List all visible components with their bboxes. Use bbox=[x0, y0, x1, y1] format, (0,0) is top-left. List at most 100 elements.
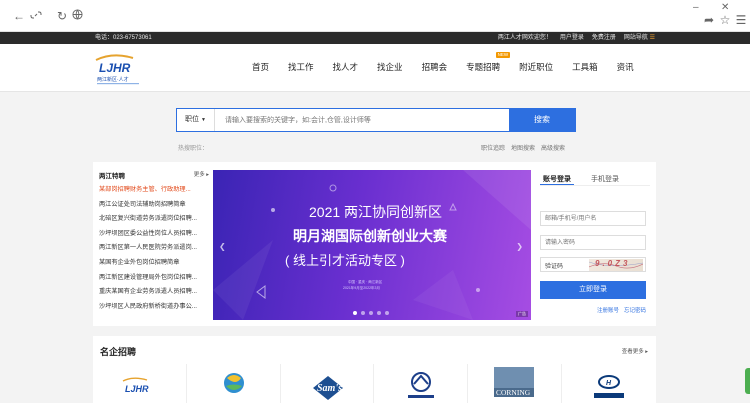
svg-text:CORNING: CORNING bbox=[496, 388, 531, 397]
nav-home[interactable]: 首页 bbox=[252, 61, 269, 73]
view-more-link[interactable]: 查看更多 ▸ bbox=[622, 347, 648, 355]
banner-dot[interactable] bbox=[353, 311, 357, 315]
banner-date: 2021年9月至2022年3月 bbox=[343, 286, 380, 290]
section-title: 名企招聘 bbox=[100, 347, 137, 357]
search-input[interactable] bbox=[215, 109, 509, 131]
main-nav: 首页 找工作 找人才 找企业 招聘会 专题招聘 NEW 附近职位 工具箱 资讯 bbox=[252, 52, 653, 73]
forgot-password-link[interactable]: 忘记密码 bbox=[624, 306, 646, 314]
login-links: 注册账号 忘记密码 bbox=[597, 306, 646, 314]
search-links: 职位追踪 地图搜索 高级搜索 bbox=[481, 143, 565, 152]
news-item[interactable]: 北碚区复兴街道劳务派遣岗位招聘... bbox=[99, 212, 209, 227]
nav-special-recruit[interactable]: 专题招聘 NEW bbox=[466, 52, 511, 73]
free-register-link[interactable]: 免费注册 bbox=[592, 32, 616, 44]
news-item[interactable]: 沙坪坝团区委公益性岗位人员招聘... bbox=[99, 227, 209, 242]
username-field[interactable] bbox=[540, 211, 646, 226]
company-logo-corning[interactable]: CORNING bbox=[468, 364, 562, 403]
banner-dot[interactable] bbox=[385, 311, 389, 315]
banner-next-icon[interactable]: ❯ bbox=[516, 242, 523, 251]
banner-line-1: 2021 两江协同创新区 bbox=[309, 204, 443, 220]
banner-dot[interactable] bbox=[369, 311, 373, 315]
news-item[interactable]: 某部岗招聘财务主管、行政助理... bbox=[99, 183, 209, 198]
phone-number: 电话：023-67573061 bbox=[95, 35, 152, 41]
advanced-search-link[interactable]: 高级搜索 bbox=[541, 143, 565, 152]
company-logo-energy[interactable] bbox=[187, 364, 281, 403]
news-item[interactable]: 两江新区第一人民医院劳务派遣岗... bbox=[99, 241, 209, 256]
search-bar: 职位 ▼ 搜索 bbox=[176, 108, 576, 132]
news-item[interactable]: 沙坪坝区人民政府新桥街道办事公... bbox=[99, 300, 209, 315]
news-list: 某部岗招聘财务主管、行政助理... 两江公证处司法辅助岗招聘简章 北碚区复兴街道… bbox=[99, 183, 209, 314]
login-panel: 账号登录 手机登录 验证码 9.0Z3 立即登录 注册账号 忘记密码 bbox=[540, 170, 650, 320]
svg-text:Sam's: Sam's bbox=[317, 383, 342, 394]
tab-account-login[interactable]: 账号登录 bbox=[540, 170, 574, 185]
link-icon[interactable] bbox=[29, 9, 43, 23]
news-item[interactable]: 两江新区建设管理局外包岗位招聘... bbox=[99, 271, 209, 286]
new-badge: NEW bbox=[495, 52, 511, 58]
nav-find-company[interactable]: 找企业 bbox=[377, 61, 403, 73]
news-title: 两江特聘 bbox=[99, 173, 125, 180]
famous-companies-section: 名企招聘 查看更多 ▸ LJHR Sam's CORNING H bbox=[93, 336, 656, 403]
back-icon[interactable]: ← bbox=[12, 9, 26, 23]
nav-news[interactable]: 资讯 bbox=[617, 61, 634, 73]
banner-prev-icon[interactable]: ❮ bbox=[219, 242, 226, 251]
site-nav-link[interactable]: 网站导航 ☰ bbox=[624, 32, 655, 44]
captcha-label: 验证码 bbox=[545, 264, 564, 270]
svg-text:LJHR: LJHR bbox=[125, 384, 149, 394]
captcha-field[interactable]: 验证码 9.0Z3 bbox=[540, 257, 646, 272]
ad-label: 广告 bbox=[516, 311, 528, 317]
banner-line-3: ( 线上引才活动专区 ) bbox=[285, 253, 405, 268]
password-field[interactable] bbox=[540, 235, 646, 250]
share-icon[interactable]: ➦ bbox=[702, 13, 716, 27]
banner-subtitle: 中国 · 重庆 · 两江新区 bbox=[348, 280, 383, 284]
chevron-down-icon: ▼ bbox=[200, 117, 206, 123]
top-links: 两江人才网欢迎您！ 用户登录 免费注册 网站导航 ☰ bbox=[498, 32, 655, 44]
nav-find-talent[interactable]: 找人才 bbox=[333, 61, 359, 73]
banner-dot[interactable] bbox=[377, 311, 381, 315]
news-more-link[interactable]: 更多 ▸ bbox=[194, 170, 209, 178]
hot-search-label: 热搜职位： bbox=[178, 146, 209, 152]
minimize-icon[interactable]: – bbox=[693, 2, 699, 13]
favorite-icon[interactable]: ☆ bbox=[718, 13, 732, 27]
nav-nearby-jobs[interactable]: 附近职位 bbox=[519, 61, 553, 73]
promo-banner[interactable]: 2021 两江协同创新区 明月湖国际创新创业大赛 ( 线上引才活动专区 ) 中国… bbox=[213, 170, 531, 320]
search-button[interactable]: 搜索 bbox=[509, 109, 575, 131]
top-info-bar: 电话：023-67573061 两江人才网欢迎您！ 用户登录 免费注册 网站导航… bbox=[0, 32, 750, 44]
svg-text:两江新区·人才: 两江新区·人才 bbox=[97, 76, 129, 83]
user-login-link[interactable]: 用户登录 bbox=[560, 32, 584, 44]
refresh-icon[interactable]: ↻ bbox=[55, 9, 69, 23]
nav-find-job[interactable]: 找工作 bbox=[288, 61, 314, 73]
company-logo-hyundai[interactable]: H bbox=[562, 364, 656, 403]
svg-text:LJHR: LJHR bbox=[99, 61, 131, 75]
site-nav-menu-icon: ☰ bbox=[649, 35, 655, 41]
banner-dot[interactable] bbox=[361, 311, 365, 315]
tab-phone-login[interactable]: 手机登录 bbox=[588, 170, 622, 185]
map-search-link[interactable]: 地图搜索 bbox=[511, 143, 535, 152]
site-header: LJHR 两江新区·人才 首页 找工作 找人才 找企业 招聘会 专题招聘 NEW … bbox=[0, 44, 750, 92]
login-tabs: 账号登录 手机登录 bbox=[540, 170, 650, 186]
menu-icon[interactable]: ☰ bbox=[734, 13, 748, 27]
nav-toolbox[interactable]: 工具箱 bbox=[572, 61, 598, 73]
side-float-tab[interactable] bbox=[745, 368, 750, 394]
news-item[interactable]: 两江公证处司法辅助岗招聘简章 bbox=[99, 198, 209, 213]
site-logo[interactable]: LJHR 两江新区·人才 bbox=[93, 50, 155, 86]
company-logo-sams[interactable]: Sam's bbox=[281, 364, 375, 403]
company-logo-changan[interactable] bbox=[374, 364, 469, 403]
register-link[interactable]: 注册账号 bbox=[597, 306, 619, 314]
news-item[interactable]: 重庆某国有企业劳务派遣人员招聘... bbox=[99, 285, 209, 300]
globe-icon bbox=[70, 9, 84, 23]
banner-pagination bbox=[353, 311, 389, 315]
search-category-select[interactable]: 职位 ▼ bbox=[177, 109, 215, 131]
main-content-card: 两江特聘 更多 ▸ 某部岗招聘财务主管、行政助理... 两江公证处司法辅助岗招聘… bbox=[93, 162, 656, 326]
welcome-text: 两江人才网欢迎您！ bbox=[497, 35, 552, 41]
svg-text:H: H bbox=[606, 380, 612, 387]
company-logo-ljhr[interactable]: LJHR bbox=[93, 364, 187, 403]
close-window-icon[interactable]: ✕ bbox=[721, 2, 729, 13]
company-logo-row: LJHR Sam's CORNING H bbox=[93, 364, 656, 403]
job-tracking-link[interactable]: 职位追踪 bbox=[481, 143, 505, 152]
news-item[interactable]: 某国有企业外包岗位招聘简章 bbox=[99, 256, 209, 271]
nav-job-fair[interactable]: 招聘会 bbox=[422, 61, 448, 73]
browser-toolbar: ← ↻ – ✕ ➦ ☆ ☰ bbox=[0, 0, 750, 32]
news-header: 两江特聘 更多 ▸ bbox=[99, 170, 209, 180]
login-button[interactable]: 立即登录 bbox=[540, 281, 646, 299]
banner-line-2: 明月湖国际创新创业大赛 bbox=[293, 228, 447, 244]
captcha-image[interactable]: 9.0Z3 bbox=[589, 259, 643, 271]
